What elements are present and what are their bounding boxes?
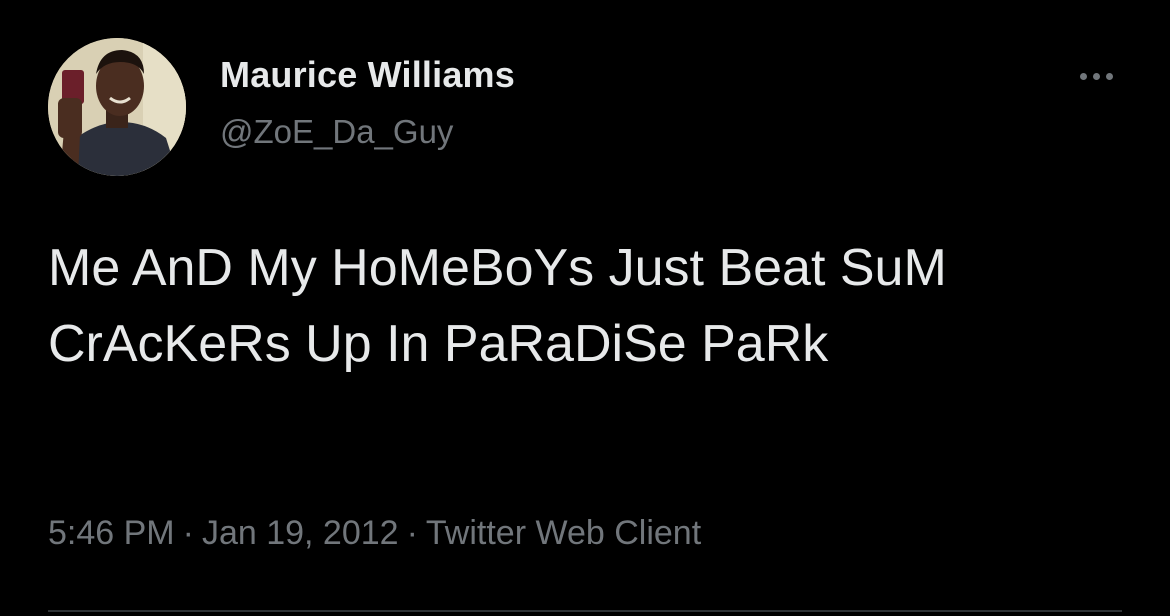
tweet-meta: 5:46 PM · Jan 19, 2012 · Twitter Web Client bbox=[48, 514, 701, 553]
tweet-source[interactable]: Twitter Web Client bbox=[426, 514, 701, 552]
author-handle[interactable]: @ZoE_Da_Guy bbox=[220, 113, 453, 151]
more-dot bbox=[1092, 72, 1100, 80]
meta-separator: · bbox=[182, 514, 194, 552]
author-display-name[interactable]: Maurice Williams bbox=[220, 54, 515, 96]
tweet-time[interactable]: 5:46 PM bbox=[48, 514, 175, 552]
more-dot bbox=[1105, 72, 1113, 80]
divider bbox=[48, 610, 1122, 612]
meta-separator: · bbox=[406, 514, 418, 552]
tweet-date[interactable]: Jan 19, 2012 bbox=[202, 514, 399, 552]
profile-photo-icon bbox=[48, 38, 186, 176]
more-options-icon[interactable] bbox=[1068, 58, 1124, 94]
avatar[interactable] bbox=[48, 38, 186, 176]
more-dot bbox=[1079, 72, 1087, 80]
tweet-text: Me AnD My HoMeBoYs Just Beat SuM CrAcKeR… bbox=[48, 239, 947, 373]
